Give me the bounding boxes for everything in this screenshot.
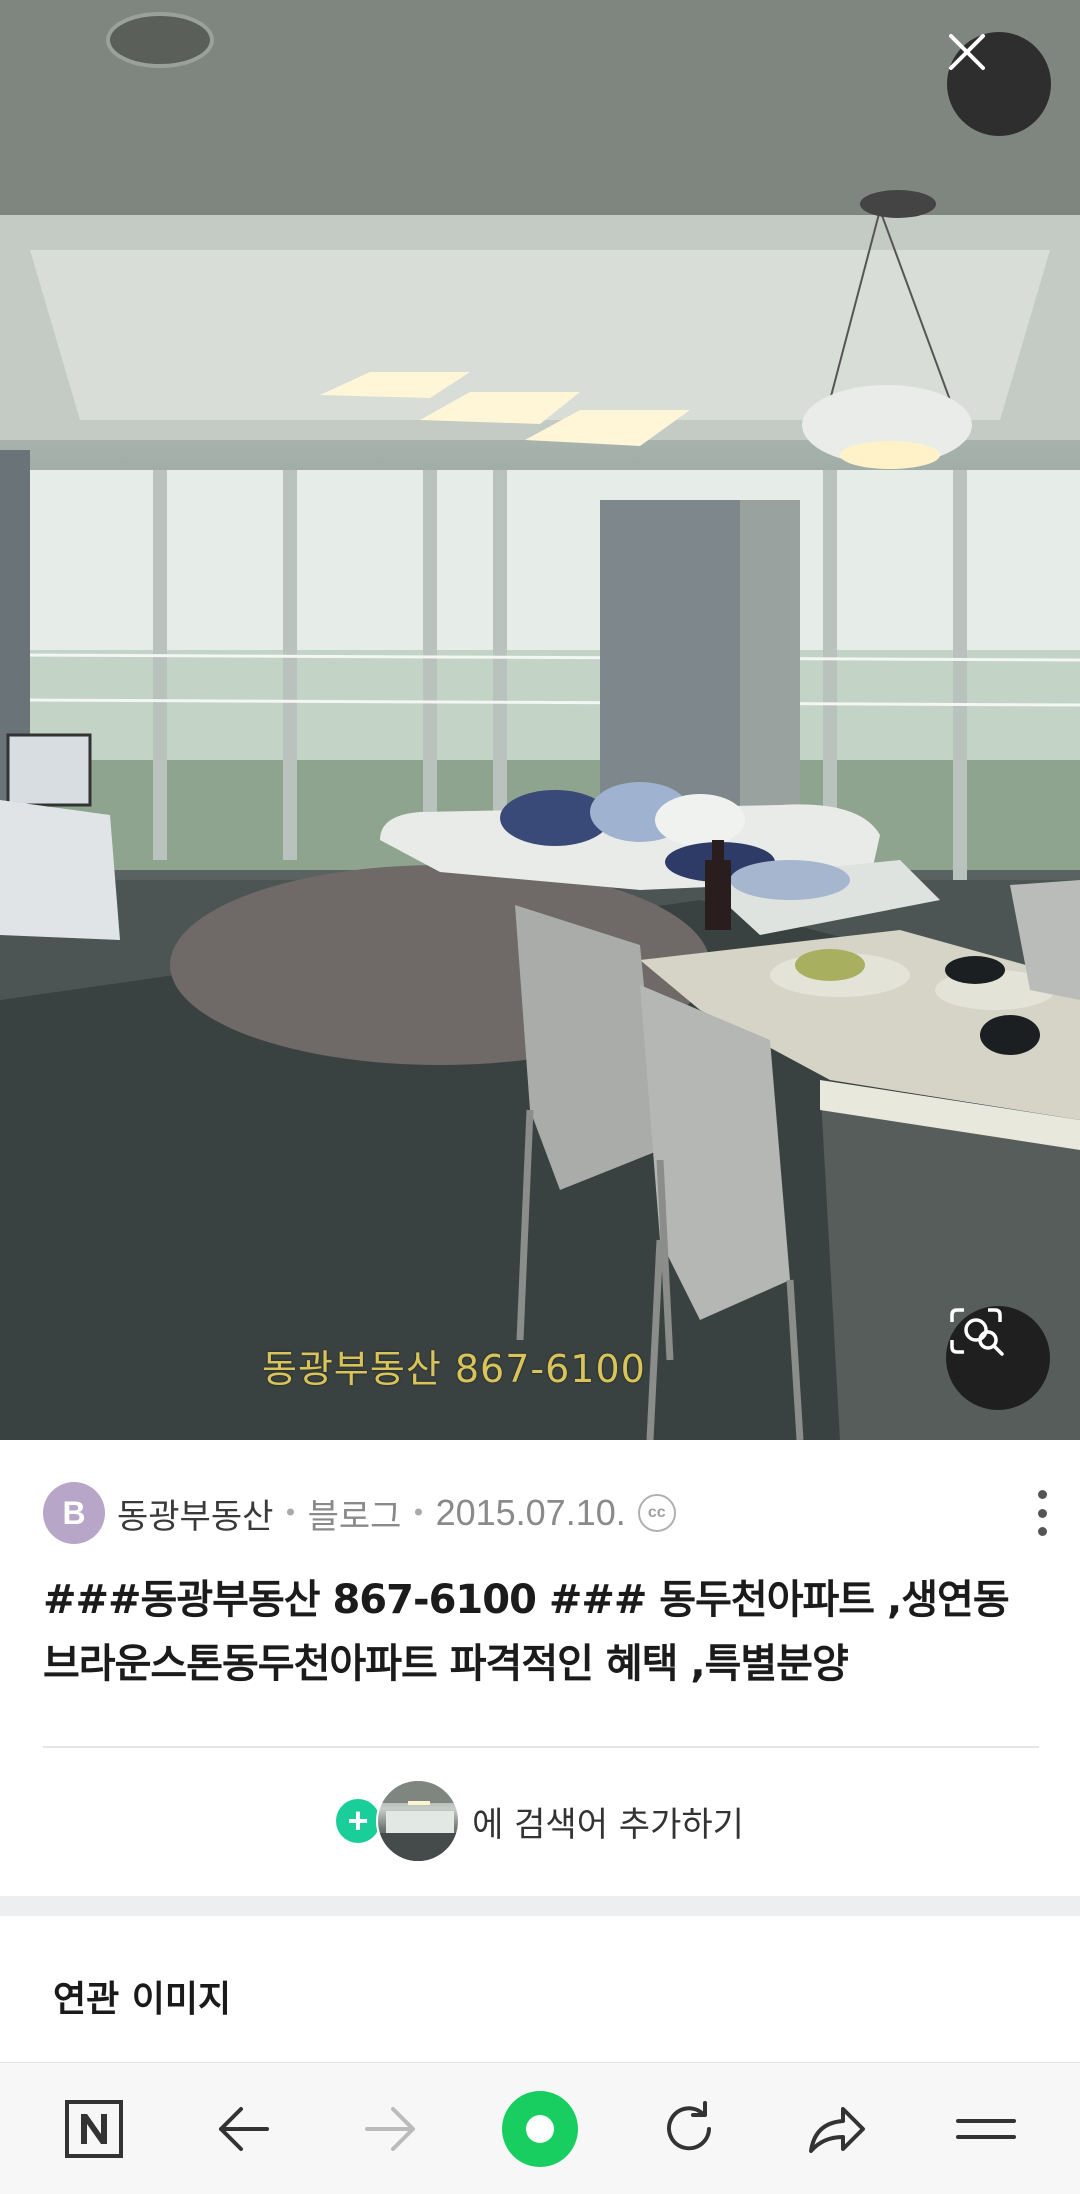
add-search-term-label: 에 검색어 추가하기 xyxy=(472,1804,744,1845)
forward-button[interactable] xyxy=(341,2079,441,2179)
naver-home-icon xyxy=(65,2099,124,2158)
back-button[interactable] xyxy=(193,2079,293,2179)
back-icon xyxy=(218,2106,269,2151)
plus-icon: + xyxy=(336,1799,381,1843)
image-title[interactable]: ###동광부동산 867-6100 ### 동두천아파트 ,생연동 브라운스톤동… xyxy=(43,1568,1043,1696)
image-search-button[interactable] xyxy=(946,1306,1050,1410)
more-options-button[interactable] xyxy=(1032,1490,1052,1536)
section-separator xyxy=(0,1896,1080,1916)
photo-watermark: 동광부동산 867-6100 xyxy=(262,1347,646,1391)
cc-license-icon: cc xyxy=(637,1494,676,1532)
share-button[interactable] xyxy=(787,2079,887,2179)
source-row[interactable]: B 동광부동산 • 블로그 • 2015.07.10. cc xyxy=(43,1482,676,1544)
reload-icon xyxy=(666,2100,711,2150)
green-dot-button[interactable] xyxy=(490,2079,590,2179)
divider xyxy=(43,1746,1039,1748)
separator-dot: • xyxy=(283,1499,298,1527)
more-dot-icon xyxy=(1037,1527,1047,1536)
separator-dot: • xyxy=(411,1499,426,1527)
image-search-icon xyxy=(950,1308,1004,1356)
source-type: 블로그 xyxy=(307,1496,402,1537)
share-icon xyxy=(809,2106,866,2153)
photo-illustration xyxy=(0,0,1080,1440)
close-button[interactable] xyxy=(947,32,1051,136)
forward-icon xyxy=(365,2106,416,2151)
menu-icon xyxy=(955,2118,1016,2139)
reload-button[interactable] xyxy=(639,2079,739,2179)
more-dot-icon xyxy=(1037,1490,1047,1499)
related-images-section: 연관 이미지 xyxy=(0,1916,1080,2062)
image-info-panel: B 동광부동산 • 블로그 • 2015.07.10. cc ###동광부동산 … xyxy=(0,1440,1080,1896)
related-images-title: 연관 이미지 xyxy=(53,1979,232,2020)
source-avatar: B xyxy=(43,1482,105,1544)
more-dot-icon xyxy=(1037,1508,1047,1518)
green-dot-icon xyxy=(501,2090,578,2167)
naver-home-button[interactable] xyxy=(44,2079,144,2179)
close-icon xyxy=(949,34,985,70)
main-photo[interactable]: 동광부동산 867-6100 xyxy=(0,0,1080,1440)
image-thumbnail xyxy=(376,1779,461,1863)
source-name[interactable]: 동광부동산 xyxy=(117,1489,273,1538)
menu-button[interactable] xyxy=(936,2079,1036,2179)
source-date: 2015.07.10. xyxy=(435,1492,626,1533)
bottom-navigation-bar xyxy=(0,2062,1080,2194)
add-search-term-button[interactable]: + 에 검색어 추가하기 xyxy=(0,1778,1080,1864)
